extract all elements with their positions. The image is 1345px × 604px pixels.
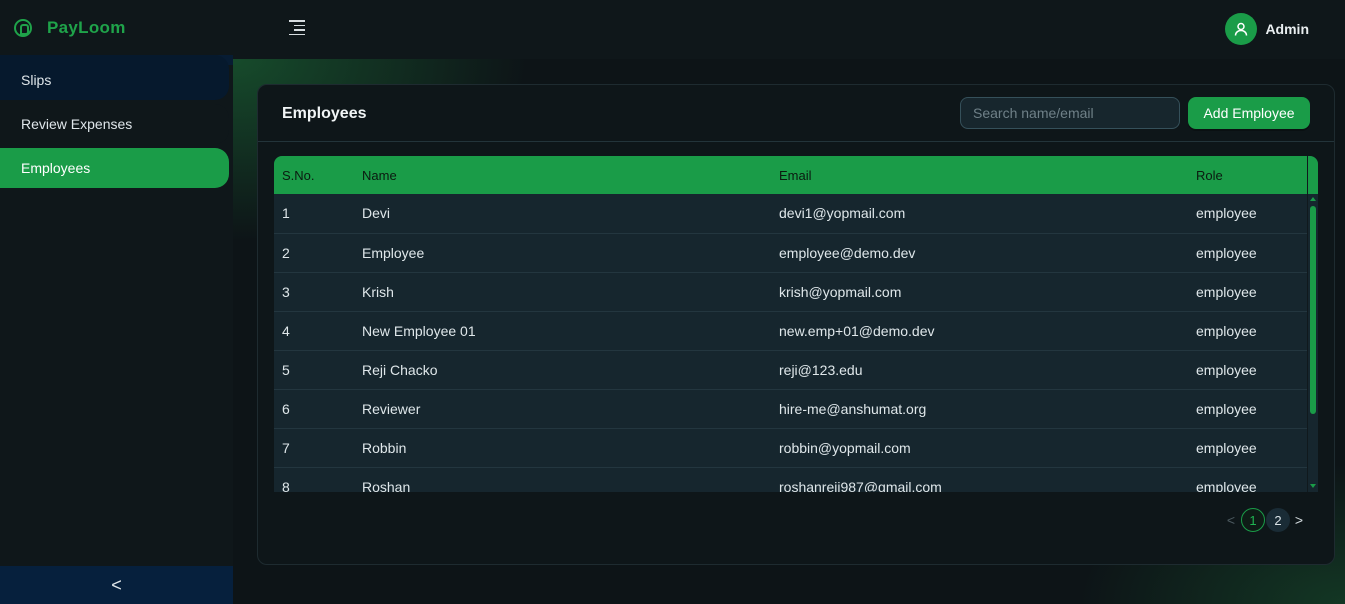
cell-name: Reviewer (362, 400, 421, 417)
add-employee-button[interactable]: Add Employee (1188, 97, 1310, 129)
table-row[interactable]: 5 Reji Chacko reji@123.edu employee (274, 350, 1307, 389)
cell-role: employee (1196, 478, 1257, 493)
cell-role: employee (1196, 205, 1257, 222)
cell-name: Robbin (362, 439, 407, 456)
top-bar: Admin (233, 0, 1345, 59)
cell-sno: 3 (282, 283, 290, 300)
cell-email: devi1@yopmail.com (779, 205, 906, 222)
sidebar-item-slips[interactable]: Slips (0, 55, 229, 100)
chevron-left-icon: < (111, 574, 122, 595)
cell-sno: 1 (282, 205, 290, 222)
cell-name: Reji Chacko (362, 361, 438, 378)
employees-table-container[interactable]: S.No. Name Email Role 1 Devi devi1@yopma… (274, 156, 1318, 492)
cell-name: Employee (362, 244, 425, 261)
table-row[interactable]: 7 Robbin robbin@yopmail.com employee (274, 428, 1307, 467)
cell-email: krish@yopmail.com (779, 283, 902, 300)
brand[interactable]: PayLoom (0, 0, 233, 55)
prev-page-button[interactable]: < (1222, 512, 1240, 528)
sidebar-nav: Slips Review Expenses Employees (0, 55, 233, 567)
cell-name: Roshan (362, 478, 411, 493)
user-icon (1235, 22, 1248, 36)
cell-sno: 7 (282, 439, 290, 456)
cell-sno: 5 (282, 361, 290, 378)
cell-sno: 4 (282, 322, 290, 339)
employees-table: S.No. Name Email Role 1 Devi devi1@yopma… (274, 156, 1307, 492)
user-menu[interactable]: Admin (1225, 13, 1309, 45)
table-row[interactable]: 6 Reviewer hire-me@anshumat.org employee (274, 389, 1307, 428)
cell-role: employee (1196, 439, 1257, 456)
cell-sno: 6 (282, 400, 290, 417)
next-page-button[interactable]: > (1290, 512, 1308, 528)
cell-role: employee (1196, 244, 1257, 261)
cell-role: employee (1196, 400, 1257, 417)
avatar (1225, 13, 1258, 45)
cell-name: New Employee 01 (362, 322, 476, 339)
card-header: Employees Add Employee (258, 85, 1334, 142)
pagination: < 1 2 > (1222, 508, 1308, 532)
column-header-role[interactable]: Role (1188, 156, 1307, 194)
sidebar-item-label: Review Expenses (21, 116, 133, 132)
sidebar-item-review-expenses[interactable]: Review Expenses (0, 104, 229, 144)
cell-sno: 8 (282, 478, 290, 493)
search-input[interactable] (960, 97, 1180, 129)
payloom-logo-icon (14, 18, 32, 37)
page-button-2[interactable]: 2 (1266, 508, 1290, 532)
sidebar-collapse-button[interactable]: < (0, 566, 233, 604)
page-button-1[interactable]: 1 (1241, 508, 1265, 532)
scroll-down-arrow-icon[interactable] (1310, 484, 1316, 488)
column-header-name[interactable]: Name (354, 156, 771, 194)
cell-role: employee (1196, 322, 1257, 339)
cell-email: reji@123.edu (779, 361, 863, 378)
table-row[interactable]: 8 Roshan roshanreji987@gmail.com employe… (274, 467, 1307, 493)
table-row[interactable]: 1 Devi devi1@yopmail.com employee (274, 194, 1307, 233)
page-title: Employees (282, 105, 367, 122)
column-header-sno[interactable]: S.No. (274, 156, 354, 194)
cell-email: hire-me@anshumat.org (779, 400, 927, 417)
sidebar-item-label: Slips (21, 72, 52, 88)
table-row[interactable]: 3 Krish krish@yopmail.com employee (274, 272, 1307, 311)
sidebar-item-label: Employees (21, 160, 91, 176)
table-scrollbar[interactable] (1307, 156, 1318, 492)
cell-email: new.emp+01@demo.dev (779, 322, 935, 339)
employees-card: Employees Add Employee S.No. Name Email … (257, 84, 1335, 565)
cell-email: robbin@yopmail.com (779, 439, 911, 456)
cell-role: employee (1196, 361, 1257, 378)
table-header-row: S.No. Name Email Role (274, 156, 1307, 194)
sidebar: PayLoom Slips Review Expenses Employees … (0, 0, 233, 604)
cell-email: employee@demo.dev (779, 244, 916, 261)
table-row[interactable]: 4 New Employee 01 new.emp+01@demo.dev em… (274, 311, 1307, 350)
cell-sno: 2 (282, 244, 290, 261)
user-name: Admin (1265, 21, 1309, 37)
nav-list: Slips Review Expenses Employees (0, 55, 233, 188)
column-header-email[interactable]: Email (771, 156, 1188, 194)
scrollbar-header-cap (1308, 156, 1318, 194)
sidebar-item-employees[interactable]: Employees (0, 148, 229, 188)
scroll-up-arrow-icon[interactable] (1310, 197, 1316, 201)
cell-name: Krish (362, 283, 394, 300)
cell-role: employee (1196, 283, 1257, 300)
cell-email: roshanreji987@gmail.com (779, 478, 942, 493)
cell-name: Devi (362, 205, 391, 222)
table-row[interactable]: 2 Employee employee@demo.dev employee (274, 233, 1307, 272)
menu-toggle-icon[interactable] (289, 20, 305, 35)
brand-name: PayLoom (47, 17, 126, 37)
scrollbar-thumb[interactable] (1310, 206, 1316, 414)
